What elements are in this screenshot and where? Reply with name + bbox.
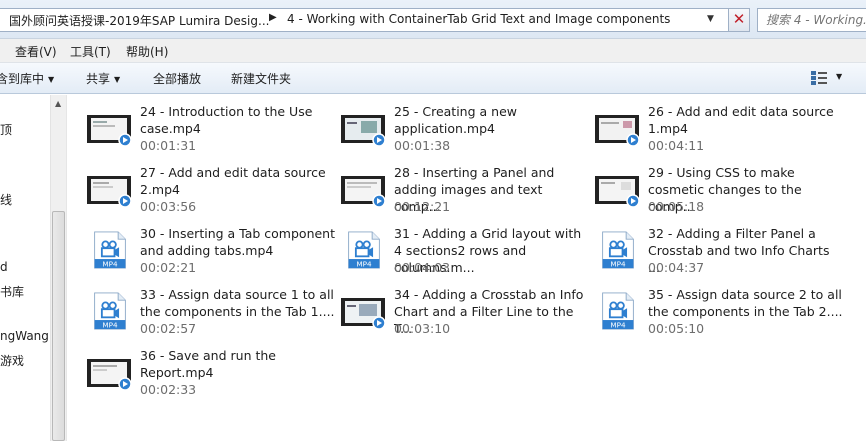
play-all-button[interactable]: 全部播放	[153, 70, 201, 87]
nav-item[interactable]: 游戏	[0, 352, 24, 369]
video-thumbnail-icon	[87, 176, 132, 208]
include-in-library-button[interactable]: 含到库中 ▼	[0, 70, 54, 87]
mp4-file-icon: MP4	[602, 292, 634, 330]
stop-close-button[interactable]: ✕	[728, 8, 750, 32]
file-item[interactable]: MP4 30 - Inserting a Tab component and a…	[87, 225, 337, 281]
nav-item[interactable]: 线	[0, 191, 12, 208]
file-duration: 00:04:03	[394, 260, 451, 275]
address-bar-row: 国外顾问英语授课-2019年SAP Lumira Desig... ▶ 4 - …	[0, 0, 866, 39]
include-in-library-label: 含到库中	[0, 72, 45, 86]
file-duration: 00:01:31	[140, 138, 197, 153]
file-name: 27 - Add and edit data source 2.mp4	[140, 165, 326, 197]
video-thumbnail-icon	[341, 176, 386, 208]
file-duration: 00:02:21	[140, 260, 197, 275]
view-options-dropdown-icon[interactable]: ▼	[836, 72, 842, 81]
menu-view[interactable]: 查看(V)	[15, 43, 57, 60]
file-duration: 00:04:11	[648, 138, 705, 153]
file-duration: 00:01:38	[394, 138, 451, 153]
breadcrumb-current[interactable]: 4 - Working with ContainerTab Grid Text …	[287, 12, 670, 26]
menu-tools[interactable]: 工具(T)	[70, 43, 111, 60]
search-box[interactable]	[757, 8, 866, 32]
file-item[interactable]: 26 - Add and edit data source 1.mp4 00:0…	[595, 103, 845, 159]
file-item[interactable]: 24 - Introduction to the Use case.mp4 00…	[87, 103, 337, 159]
menu-help[interactable]: 帮助(H)	[126, 43, 168, 60]
file-item[interactable]: MP4 31 - Adding a Grid layout with 4 sec…	[341, 225, 591, 281]
file-duration: 00:04:37	[648, 260, 705, 275]
nav-item[interactable]: 书库	[0, 283, 24, 300]
video-thumbnail-icon	[341, 298, 386, 330]
share-button[interactable]: 共享 ▼	[86, 70, 120, 87]
breadcrumb-separator-icon[interactable]: ▶	[269, 12, 277, 23]
file-item[interactable]: 25 - Creating a new application.mp4 00:0…	[341, 103, 591, 159]
file-name: 25 - Creating a new application.mp4	[394, 104, 517, 136]
mp4-file-icon: MP4	[602, 231, 634, 269]
share-label: 共享	[86, 72, 111, 86]
mp4-badge: MP4	[102, 320, 118, 329]
file-item[interactable]: 29 - Using CSS to make cosmetic changes …	[595, 164, 845, 220]
file-name: 35 - Assign data source 2 to all the com…	[648, 287, 843, 319]
file-duration: 00:05:18	[648, 199, 705, 214]
new-folder-button[interactable]: 新建文件夹	[231, 70, 291, 87]
file-item[interactable]: 34 - Adding a Crosstab an Info Chart and…	[341, 286, 591, 342]
mp4-badge: MP4	[356, 259, 372, 268]
file-name: 33 - Assign data source 1 to all the com…	[140, 287, 335, 319]
video-thumbnail-icon	[341, 115, 386, 147]
file-duration: 00:12:21	[394, 199, 451, 214]
address-bar[interactable]: 国外顾问英语授课-2019年SAP Lumira Desig... ▶ 4 - …	[0, 8, 729, 32]
nav-item[interactable]: ngWang	[0, 329, 49, 343]
navigation-pane: 顶 线 d 书库 ngWang 游戏	[0, 95, 50, 441]
file-item[interactable]: MP4 35 - Assign data source 2 to all the…	[595, 286, 845, 342]
command-bar: 含到库中 ▼ 共享 ▼ 全部播放 新建文件夹 ▼	[0, 63, 866, 94]
change-view-icon[interactable]	[810, 70, 828, 86]
mp4-badge: MP4	[610, 320, 626, 329]
file-list: 24 - Introduction to the Use case.mp4 00…	[66, 95, 866, 441]
file-item[interactable]: MP4 33 - Assign data source 1 to all the…	[87, 286, 337, 342]
mp4-file-icon: MP4	[348, 231, 380, 269]
menu-bar: 查看(V) 工具(T) 帮助(H)	[0, 39, 866, 63]
scrollbar-thumb[interactable]	[52, 211, 65, 441]
file-name: 36 - Save and run the Report.mp4	[140, 348, 276, 380]
nav-item[interactable]: 顶	[0, 121, 12, 138]
file-duration: 00:05:10	[648, 321, 705, 336]
file-name: 24 - Introduction to the Use case.mp4	[140, 104, 313, 136]
video-thumbnail-icon	[87, 115, 132, 147]
mp4-file-icon: MP4	[94, 292, 126, 330]
mp4-badge: MP4	[610, 259, 626, 268]
file-duration: 00:02:33	[140, 382, 197, 397]
file-item[interactable]: MP4 32 - Adding a Filter Panel a Crossta…	[595, 225, 845, 281]
file-item[interactable]: 28 - Inserting a Panel and adding images…	[341, 164, 591, 220]
file-duration: 00:02:57	[140, 321, 197, 336]
chevron-down-icon: ▼	[48, 75, 55, 84]
nav-item[interactable]: d	[0, 260, 8, 274]
video-thumbnail-icon	[87, 359, 132, 391]
file-item[interactable]: 36 - Save and run the Report.mp4 00:02:3…	[87, 347, 337, 403]
file-item[interactable]: 27 - Add and edit data source 2.mp4 00:0…	[87, 164, 337, 220]
file-name: 26 - Add and edit data source 1.mp4	[648, 104, 834, 136]
nav-scrollbar[interactable]: ▲	[50, 95, 66, 441]
address-history-dropdown-icon[interactable]: ▼	[707, 14, 714, 24]
video-thumbnail-icon	[595, 176, 640, 208]
mp4-badge: MP4	[102, 259, 118, 268]
file-name: 30 - Inserting a Tab component and addin…	[140, 226, 336, 258]
mp4-file-icon: MP4	[94, 231, 126, 269]
breadcrumb-parent[interactable]: 国外顾问英语授课-2019年SAP Lumira Desig...	[9, 12, 269, 29]
chevron-down-icon: ▼	[114, 75, 121, 84]
file-duration: 00:03:10	[394, 321, 451, 336]
video-thumbnail-icon	[595, 115, 640, 147]
file-duration: 00:03:56	[140, 199, 197, 214]
scroll-up-icon[interactable]: ▲	[55, 99, 61, 108]
search-input[interactable]	[758, 9, 866, 31]
